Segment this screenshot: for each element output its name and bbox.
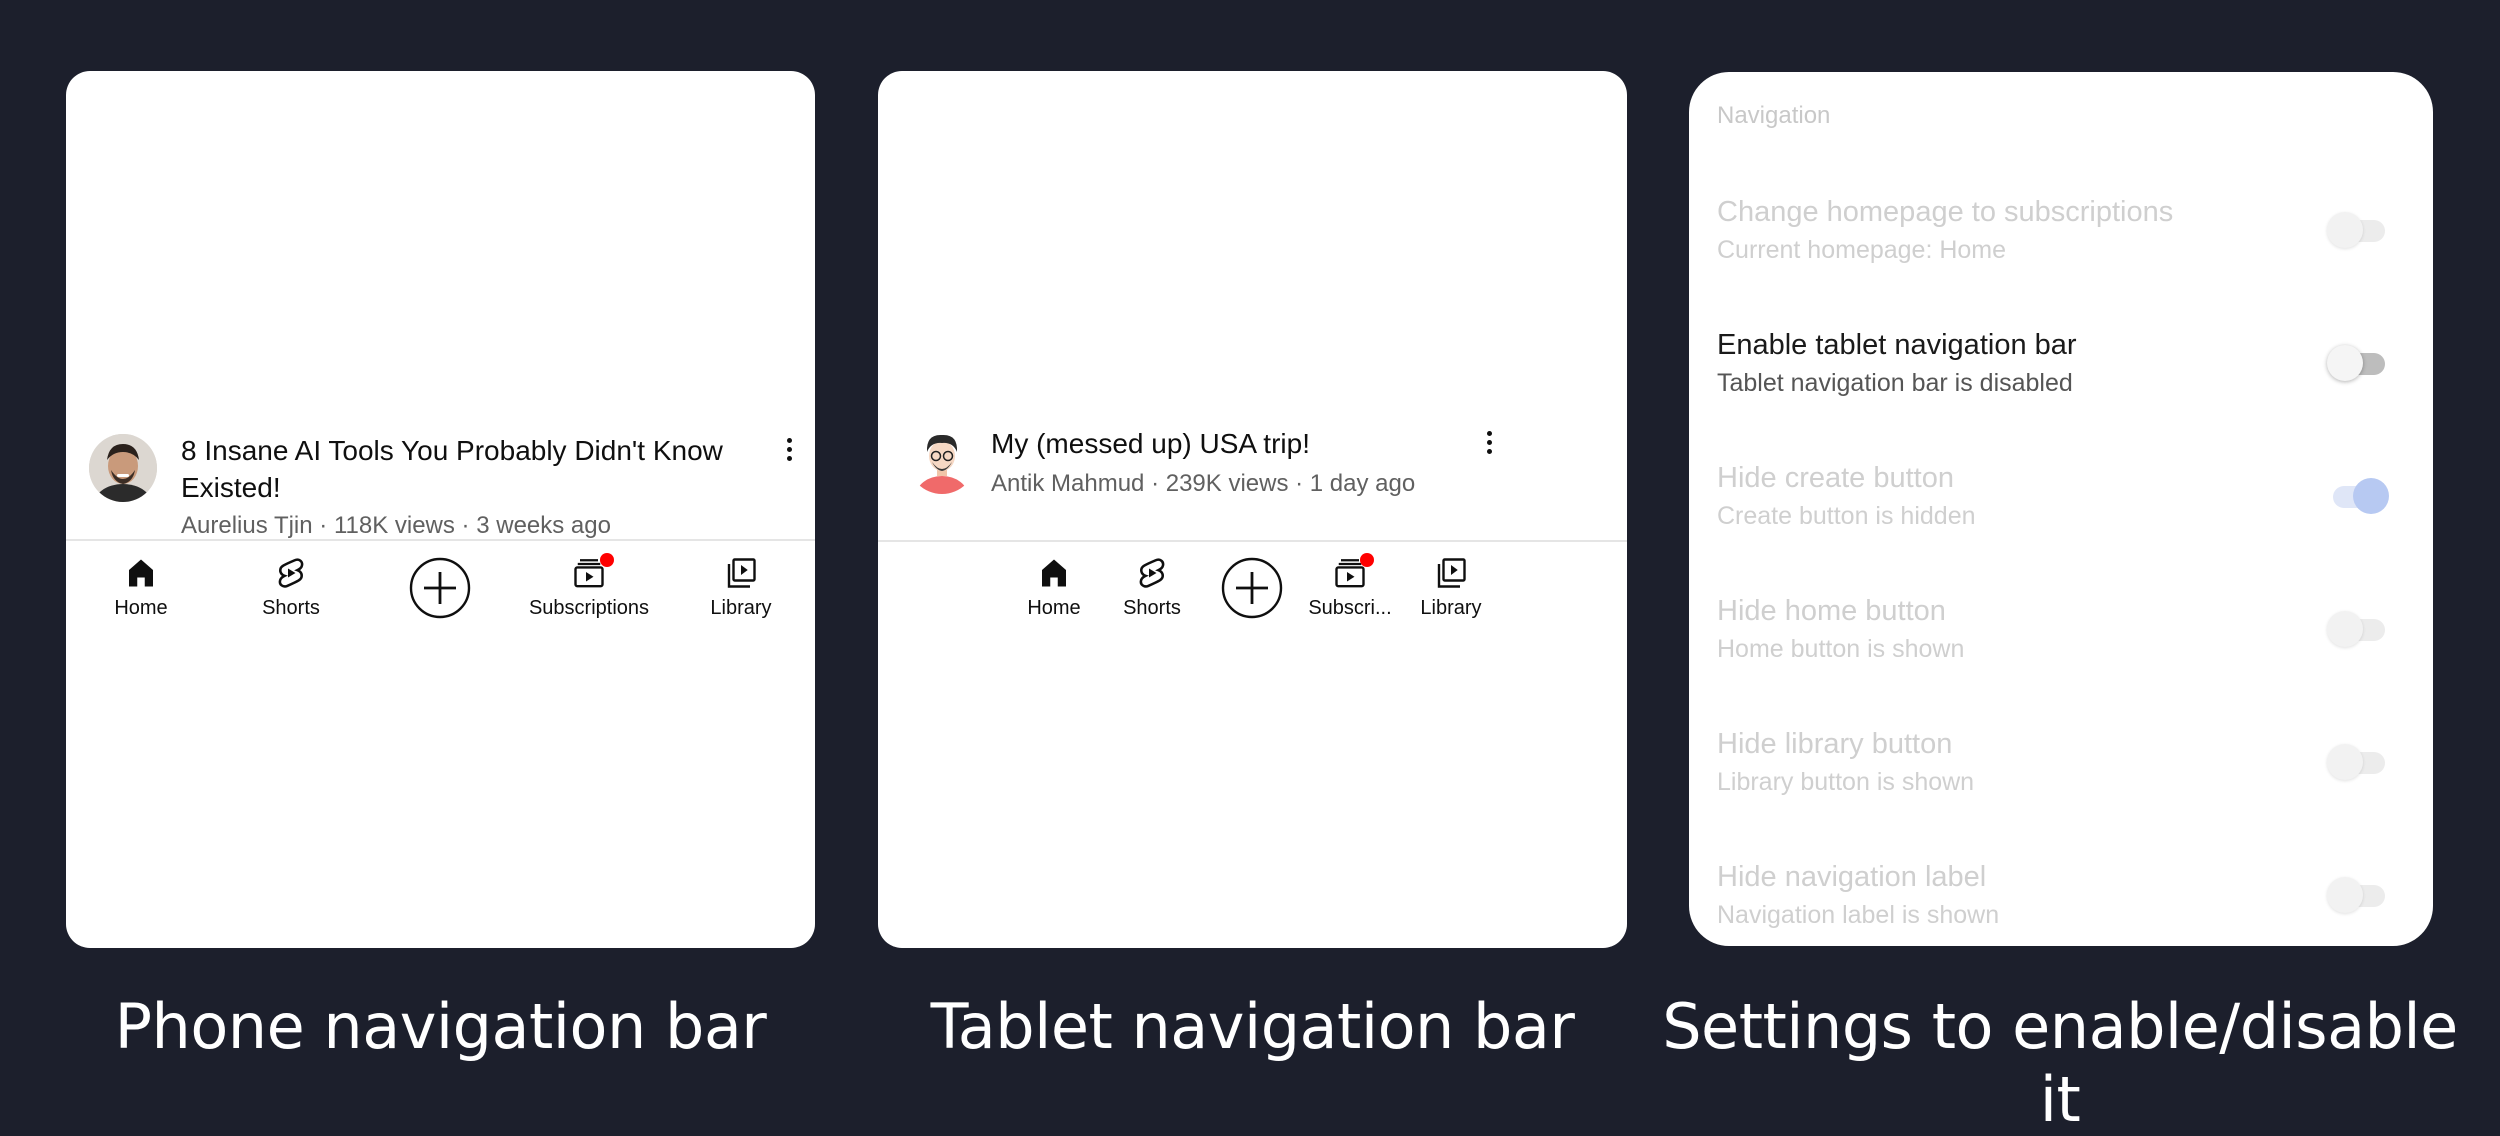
channel-avatar[interactable] bbox=[89, 434, 157, 502]
setting-change-homepage[interactable]: Change homepage to subscriptions Current… bbox=[1717, 196, 2405, 286]
video-row[interactable]: My (messed up) USA trip! Antik Mahmud · … bbox=[878, 421, 1627, 541]
nav-label: Library bbox=[710, 597, 772, 619]
nav-subscriptions[interactable]: Subscri... bbox=[1302, 553, 1398, 620]
setting-subtitle: Navigation label is shown bbox=[1717, 901, 2000, 929]
setting-subtitle: Library button is shown bbox=[1717, 768, 1975, 796]
nav-home[interactable]: Home bbox=[96, 555, 186, 620]
setting-subtitle: Home button is shown bbox=[1717, 635, 1965, 663]
setting-enable-tablet-nav[interactable]: Enable tablet navigation bar Tablet navi… bbox=[1717, 329, 2405, 419]
nav-shorts[interactable]: Shorts bbox=[1114, 555, 1190, 620]
nav-label: Shorts bbox=[1123, 597, 1181, 619]
library-icon bbox=[727, 558, 756, 588]
video-row[interactable]: 8 Insane AI Tools You Probably Didn't Kn… bbox=[66, 401, 815, 551]
nav-home[interactable]: Home bbox=[1016, 555, 1092, 620]
phone-navigation-bar: Home Shorts Subscriptions Library bbox=[66, 549, 815, 649]
nav-subscriptions[interactable]: Subscriptions bbox=[524, 553, 654, 620]
notification-badge bbox=[1360, 553, 1374, 567]
setting-toggle[interactable] bbox=[2327, 873, 2389, 913]
caption-tablet: Tablet navigation bar bbox=[930, 990, 1575, 1063]
setting-title: Hide create button bbox=[1717, 462, 1954, 494]
shorts-icon bbox=[278, 558, 304, 588]
video-title[interactable]: My (messed up) USA trip! bbox=[991, 425, 1551, 462]
settings-screen: Navigation Change homepage to subscripti… bbox=[1689, 72, 2433, 946]
setting-title: Hide navigation label bbox=[1717, 861, 1987, 893]
setting-toggle[interactable] bbox=[2327, 740, 2389, 780]
more-options-icon[interactable] bbox=[1485, 431, 1493, 461]
nav-label: Subscriptions bbox=[528, 597, 650, 619]
nav-label: Home bbox=[114, 597, 168, 619]
caption-phone: Phone navigation bar bbox=[114, 990, 767, 1063]
video-meta: Antik Mahmud · 239K views · 1 day ago bbox=[991, 470, 1416, 497]
setting-subtitle: Current homepage: Home bbox=[1717, 236, 2007, 264]
nav-label: Library bbox=[1420, 597, 1482, 619]
create-button[interactable] bbox=[408, 557, 472, 619]
setting-title: Hide library button bbox=[1717, 728, 1953, 760]
home-icon bbox=[129, 559, 153, 587]
setting-title: Change homepage to subscriptions bbox=[1717, 196, 2174, 228]
create-icon bbox=[409, 557, 471, 619]
home-icon bbox=[1042, 559, 1066, 587]
setting-hide-create-button[interactable]: Hide create button Create button is hidd… bbox=[1717, 462, 2405, 552]
divider bbox=[878, 540, 1627, 542]
setting-toggle[interactable] bbox=[2327, 474, 2389, 514]
nav-library[interactable]: Library bbox=[696, 555, 786, 620]
video-meta: Aurelius Tjin · 118K views · 3 weeks ago bbox=[181, 512, 611, 539]
caption-settings: Settings to enable/disable it bbox=[1662, 990, 2458, 1136]
tablet-screen: My (messed up) USA trip! Antik Mahmud · … bbox=[878, 71, 1627, 948]
nav-label: Home bbox=[1027, 597, 1081, 619]
setting-toggle[interactable] bbox=[2327, 341, 2389, 381]
nav-shorts[interactable]: Shorts bbox=[246, 555, 336, 620]
create-icon bbox=[1221, 557, 1283, 619]
more-options-icon[interactable] bbox=[785, 438, 793, 468]
nav-label: Subscri... bbox=[1308, 597, 1392, 619]
tablet-navigation-bar: Home Shorts Subscri... Library bbox=[878, 549, 1627, 649]
setting-title: Hide home button bbox=[1717, 595, 1946, 627]
setting-hide-navigation-label[interactable]: Hide navigation label Navigation label i… bbox=[1717, 861, 2405, 946]
nav-label: Shorts bbox=[262, 597, 320, 619]
nav-library[interactable]: Library bbox=[1410, 555, 1492, 620]
settings-section-header: Navigation bbox=[1717, 102, 1831, 129]
channel-avatar[interactable] bbox=[908, 426, 976, 494]
setting-hide-home-button[interactable]: Hide home button Home button is shown bbox=[1717, 595, 2405, 685]
library-icon bbox=[1437, 558, 1466, 588]
setting-hide-library-button[interactable]: Hide library button Library button is sh… bbox=[1717, 728, 2405, 818]
shorts-icon bbox=[1139, 558, 1165, 588]
setting-toggle[interactable] bbox=[2327, 208, 2389, 248]
setting-title: Enable tablet navigation bar bbox=[1717, 329, 2077, 361]
notification-badge bbox=[600, 553, 614, 567]
divider bbox=[66, 539, 815, 541]
setting-toggle[interactable] bbox=[2327, 607, 2389, 647]
setting-subtitle: Tablet navigation bar is disabled bbox=[1717, 369, 2073, 397]
video-title[interactable]: 8 Insane AI Tools You Probably Didn't Kn… bbox=[181, 432, 741, 506]
phone-screen: 8 Insane AI Tools You Probably Didn't Kn… bbox=[66, 71, 815, 948]
setting-subtitle: Create button is hidden bbox=[1717, 502, 1976, 530]
create-button[interactable] bbox=[1220, 557, 1284, 619]
